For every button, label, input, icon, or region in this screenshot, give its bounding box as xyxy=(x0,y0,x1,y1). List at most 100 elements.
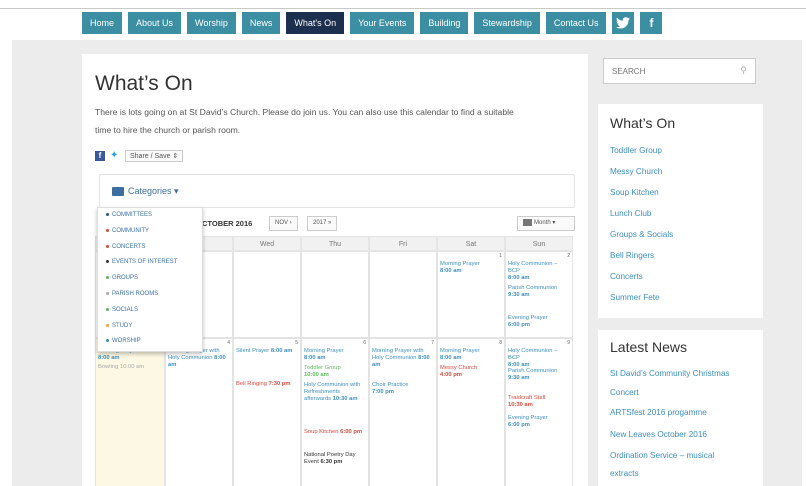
event-holy-communion-bcp[interactable]: Holy Communion – BCP 8:00 am xyxy=(508,348,568,369)
category-item-groups[interactable]: GROUPS xyxy=(98,271,202,287)
next-year-button[interactable]: 2017 » xyxy=(307,216,338,231)
news-link[interactable]: Ordination Service – musical xyxy=(610,451,714,460)
event-time: 8:00 am xyxy=(304,355,326,361)
event-title: Parish Communion xyxy=(508,285,558,291)
event-time: 7:00 pm xyxy=(372,389,394,395)
nav-item-building[interactable]: Building xyxy=(420,12,469,34)
facebook-icon[interactable]: f xyxy=(640,12,663,34)
news-link[interactable]: St David’s Community Christmas xyxy=(610,369,730,378)
latest-news-widget: Latest News St David’s Community Christm… xyxy=(598,330,763,486)
whats-on-link[interactable]: Groups & Socials xyxy=(610,230,673,239)
whats-on-link[interactable]: Concerts xyxy=(610,272,643,281)
event-morning-prayer[interactable]: Morning Prayer8:00 am xyxy=(304,348,364,362)
twitter-share-icon[interactable]: ✦ xyxy=(110,151,120,161)
news-link[interactable]: Concert xyxy=(610,388,639,397)
event-traidcraft-stall[interactable]: Traidcraft Stall 10:30 am xyxy=(508,395,568,409)
calendar-day-7: 7 Morning Prayer with Holy Communion 8:0… xyxy=(369,338,437,486)
nav-item-home[interactable]: Home xyxy=(82,12,123,34)
event-national-poetry-day[interactable]: National Poetry Day Event 6:30 pm xyxy=(304,452,364,466)
dow-header-sun: Sun xyxy=(505,236,573,251)
latest-news-widget-title: Latest News xyxy=(610,339,688,355)
calendar-day-9: 9 Holy Communion – BCP 8:00 am Parish Com… xyxy=(505,338,573,486)
view-select-button[interactable]: Month ▾ xyxy=(517,216,575,231)
share-save-button[interactable]: Share / Save ⇕ xyxy=(125,150,184,162)
nav-item-your-events[interactable]: Your Events xyxy=(350,12,415,34)
event-parish-communion[interactable]: Parish Communion 9:30 am xyxy=(508,368,568,382)
whats-on-link[interactable]: Bell Ringers xyxy=(610,251,654,260)
main-nav: Home About Us Worship News What's On You… xyxy=(82,12,663,34)
categories-button[interactable]: Categories ▾ xyxy=(112,186,179,197)
intro-line-2: time to hire the church or parish room. xyxy=(95,125,241,135)
event-soup-kitchen[interactable]: Soup Kitchen 6:00 pm xyxy=(304,429,364,436)
nav-item-worship[interactable]: Worship xyxy=(187,12,236,34)
category-item-socials[interactable]: SOCIALS xyxy=(98,303,202,319)
event-title: Traidcraft Stall xyxy=(508,395,546,401)
event-evening-prayer[interactable]: Evening Prayer 6:00 pm xyxy=(508,415,568,429)
category-item-community[interactable]: COMMUNITY xyxy=(98,224,202,240)
whats-on-link[interactable]: Lunch Club xyxy=(610,209,651,218)
whats-on-link[interactable]: Messy Church xyxy=(610,167,662,176)
event-title: Messy Church xyxy=(440,365,478,371)
category-item-parish-rooms[interactable]: PARISH ROOMS xyxy=(98,287,202,303)
event-silent-prayer[interactable]: Silent Prayer 8:00 am xyxy=(236,348,296,355)
event-bowling[interactable]: Bowling 10:00 am xyxy=(98,364,158,371)
news-link[interactable]: extracts xyxy=(610,469,639,478)
event-title: Choir Practice xyxy=(372,382,409,388)
calendar-day-8: 8 Morning Prayer 8:00 am Messy Church 4:00… xyxy=(437,338,505,486)
event-morning-prayer-holy-communion[interactable]: Morning Prayer with Holy Communion 8:00 … xyxy=(372,348,432,369)
calendar-icon xyxy=(523,218,532,226)
nav-item-contact-us[interactable]: Contact Us xyxy=(545,12,607,34)
event-morning-prayer[interactable]: Morning Prayer8:00 am xyxy=(440,348,500,362)
category-color-dot xyxy=(106,339,109,343)
category-label: COMMUNITY xyxy=(112,227,149,234)
event-time: 9:30 am xyxy=(508,375,530,381)
calendar-day-3: 3 Morning Prayer8:00 am Bowling 10:00 am xyxy=(95,338,165,486)
event-time: 6:30 pm xyxy=(320,459,343,465)
twitter-icon[interactable] xyxy=(612,12,635,34)
news-link[interactable]: ARTSfest 2016 progamme xyxy=(610,408,707,417)
nav-item-whats-on[interactable]: What's On xyxy=(286,12,345,34)
event-holy-communion-refreshments[interactable]: Holy Communion with Refreshments afterwa… xyxy=(304,382,364,403)
calendar-day-empty xyxy=(233,251,301,338)
search-icon[interactable]: ⚲ xyxy=(740,65,747,76)
page-title: What’s On xyxy=(95,72,193,95)
category-item-worship[interactable]: WORSHIP xyxy=(98,334,202,350)
event-time: 9:30 am xyxy=(508,292,530,298)
event-parish-communion[interactable]: Parish Communion 9:30 am xyxy=(508,285,568,299)
category-item-events-of-interest[interactable]: EVENTS OF INTEREST xyxy=(98,255,202,271)
whats-on-link[interactable]: Summer Fete xyxy=(610,293,660,302)
facebook-share-icon[interactable]: f xyxy=(95,151,105,161)
whats-on-link[interactable]: Soup Kitchen xyxy=(610,188,659,197)
event-choir-practice[interactable]: Choir Practice 7:00 pm xyxy=(372,382,432,396)
event-time: 4:00 pm xyxy=(440,372,462,378)
nav-item-news[interactable]: News xyxy=(241,12,281,34)
event-title: Bell Ringing xyxy=(236,381,267,387)
day-number: 1 xyxy=(499,253,502,259)
event-messy-church[interactable]: Messy Church 4:00 pm xyxy=(440,365,500,379)
dow-header-thu: Thu xyxy=(301,236,369,251)
calendar-day-empty xyxy=(369,251,437,338)
categories-bar: Categories ▾ xyxy=(99,174,575,208)
next-month-button[interactable]: NOV › xyxy=(269,216,298,231)
search-input[interactable] xyxy=(604,59,714,83)
calendar-day-6: 6 Morning Prayer 8:00 am Toddler Group 10:… xyxy=(301,338,369,486)
event-morning-prayer[interactable]: Morning Prayer8:00 am xyxy=(440,261,500,275)
news-link[interactable]: New Leaves October 2016 xyxy=(610,430,707,439)
event-bell-ringing[interactable]: Bell Ringing 7:30 pm xyxy=(236,381,296,388)
whats-on-link[interactable]: Toddler Group xyxy=(610,146,662,155)
nav-item-stewardship[interactable]: Stewardship xyxy=(474,12,540,34)
day-number: 9 xyxy=(567,340,570,346)
event-toddler-group[interactable]: Toddler Group 10:00 am xyxy=(304,365,364,379)
event-holy-communion-bcp[interactable]: Holy Communion – BCP 8:00 am xyxy=(508,261,568,282)
header-divider xyxy=(0,8,806,9)
category-label: GROUPS xyxy=(112,275,139,282)
category-label: CONCERTS xyxy=(112,243,146,250)
category-item-study[interactable]: STUDY xyxy=(98,319,202,335)
category-item-committees[interactable]: COMMITTEES xyxy=(98,208,202,224)
share-bar: f ✦ Share / Save ⇕ xyxy=(95,150,184,162)
nav-item-about-us[interactable]: About Us xyxy=(128,12,182,34)
category-color-dot xyxy=(106,260,109,264)
category-item-concerts[interactable]: CONCERTS xyxy=(98,240,202,256)
event-time: 8:00 am xyxy=(440,268,462,274)
event-evening-prayer[interactable]: Evening Prayer 6:00 pm xyxy=(508,315,568,329)
